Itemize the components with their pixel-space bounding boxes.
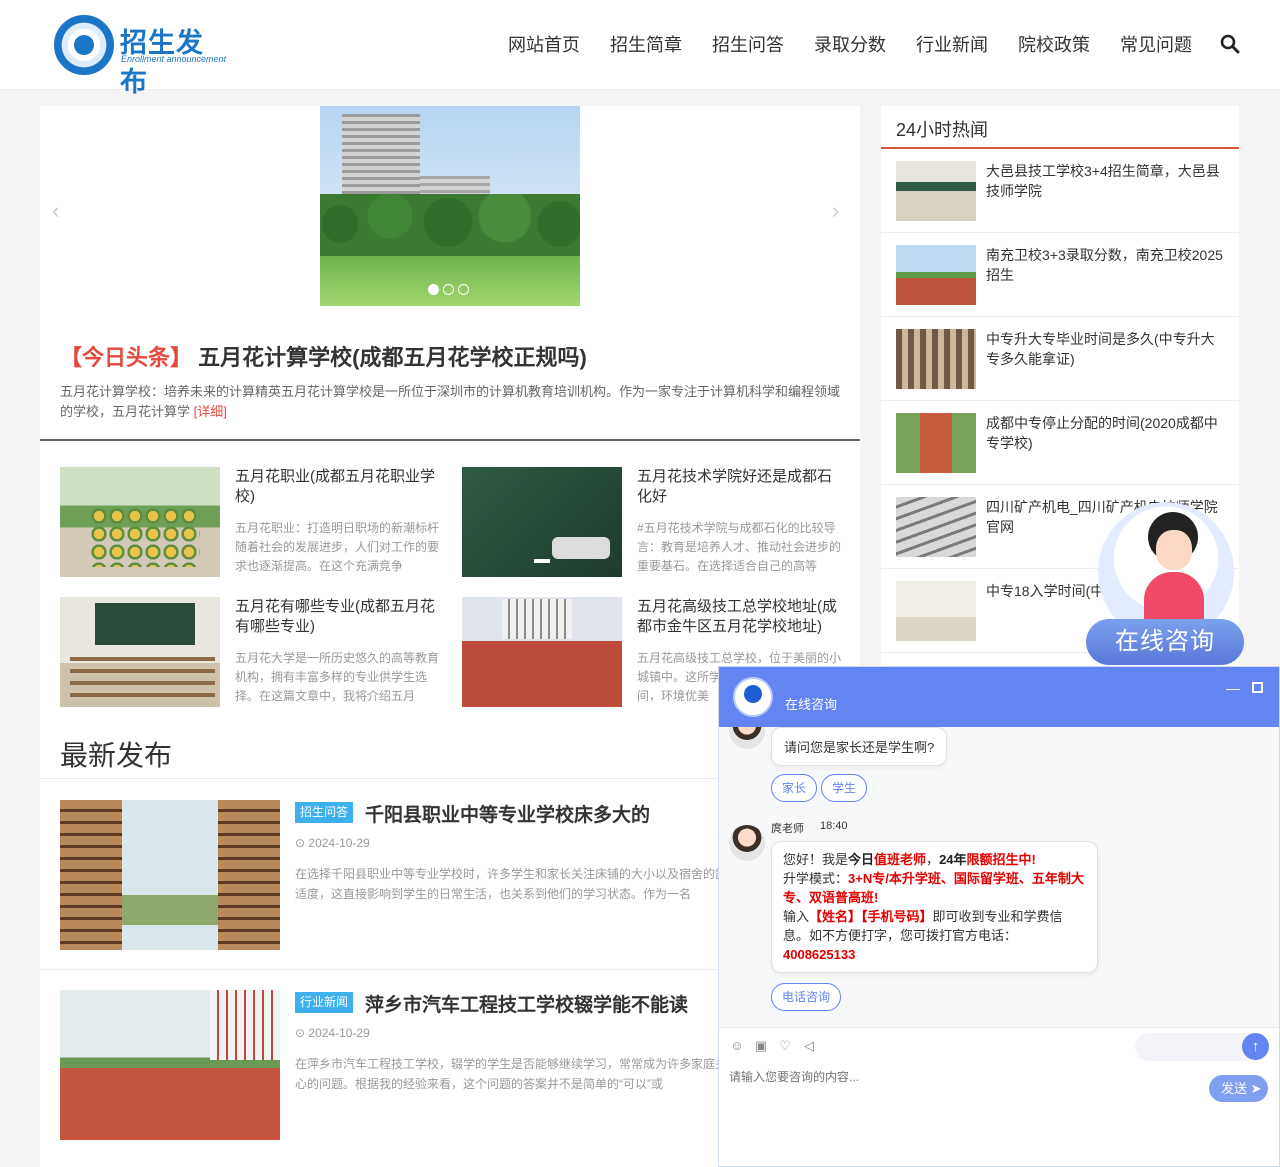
headline[interactable]: 【今日头条】 五月花计算学校(成都五月花学校正规吗)	[60, 340, 587, 372]
agent-avatar	[729, 727, 765, 749]
clock-icon: ⊙	[295, 836, 308, 850]
slider-next-icon[interactable]: ›	[832, 198, 839, 224]
post-title[interactable]: 千阳县职业中等专业学校床多大的	[365, 800, 650, 827]
sidebar-item-title[interactable]: 大邑县技工学校3+4招生简章，大邑县技师学院	[986, 161, 1226, 201]
slider-dot[interactable]	[428, 284, 439, 295]
agent-name: 庹老师	[771, 820, 804, 836]
chat-header: 在线咨询 —	[719, 667, 1279, 727]
card-thumbnail[interactable]	[462, 597, 622, 707]
post-thumbnail[interactable]	[60, 800, 280, 950]
slider-prev-icon[interactable]: ‹	[52, 198, 59, 224]
chat-bubble-welcome: 您好！我是今日值班老师，24年限额招生中! 升学模式：3+N专/本升学班、国际留…	[771, 841, 1098, 973]
image-icon[interactable]: ▣	[753, 1038, 769, 1054]
site-logo[interactable]: 招生发布 Enrollment announcement	[54, 15, 229, 77]
logo-emblem-icon	[54, 15, 114, 75]
nav-scores[interactable]: 录取分数	[814, 31, 886, 57]
card-title[interactable]: 五月花有哪些专业(成都五月花有哪些专业)	[235, 597, 440, 637]
article-card[interactable]: 五月花有哪些专业(成都五月花有哪些专业) 五月花大学是一所历史悠久的高等教育机构…	[60, 597, 440, 707]
post-desc: 在萍乡市汽车工程技工学校，辍学的学生是否能够继续学习，常常成为许多家庭关心的问题…	[295, 1054, 735, 1094]
main-nav: 网站首页 招生简章 招生问答 录取分数 行业新闻 院校政策 常见问题	[508, 31, 1192, 57]
card-title[interactable]: 五月花职业(成都五月花职业学校)	[235, 467, 440, 507]
chat-input[interactable]	[729, 1067, 1199, 1087]
card-title[interactable]: 五月花高级技工总学校地址(成都市金牛区五月花学校地址)	[637, 597, 842, 637]
nav-admission-qa[interactable]: 招生问答	[712, 31, 784, 57]
nav-admission-guide[interactable]: 招生简章	[610, 31, 682, 57]
more-link[interactable]: [详细]	[194, 404, 227, 419]
chat-window: 在线咨询 — 请问您是家长还是学生啊? 家长 学生 庹老师 18:40 您好！我…	[718, 666, 1280, 1167]
minimize-icon[interactable]: —	[1226, 681, 1240, 695]
send-up-icon[interactable]: ↑	[1242, 1033, 1269, 1060]
sidebar-item-title[interactable]: 中专升大专毕业时间是多久(中专升大专多久能拿证)	[986, 329, 1226, 369]
send-button[interactable]: 发送 ➤	[1209, 1075, 1268, 1102]
sidebar-item[interactable]: 大邑县技工学校3+4招生简章，大邑县技师学院	[881, 149, 1239, 233]
article-card[interactable]: 五月花职业(成都五月花职业学校) 五月花职业：打造明日职场的新潮标杆随着社会的发…	[60, 467, 440, 577]
nav-policy[interactable]: 院校政策	[1018, 31, 1090, 57]
card-title[interactable]: 五月花技术学院好还是成都石化好	[637, 467, 842, 507]
sidebar-item[interactable]: 成都中专停止分配的时间(2020成都中专学校)	[881, 401, 1239, 485]
emoji-icon[interactable]: ☺	[729, 1038, 745, 1054]
online-consult-float[interactable]: 在线咨询	[1086, 502, 1246, 664]
agent-avatar	[729, 825, 765, 861]
nav-industry-news[interactable]: 行业新闻	[916, 31, 988, 57]
sidebar-title: 24小时热闻	[896, 116, 988, 142]
post-title[interactable]: 萍乡市汽车工程技工学校辍学能不能读	[365, 990, 688, 1017]
sidebar-item-title[interactable]: 南充卫校3+3录取分数，南充卫校2025招生	[986, 245, 1226, 285]
nav-faq[interactable]: 常见问题	[1120, 31, 1192, 57]
maximize-icon[interactable]	[1252, 682, 1263, 693]
sidebar-thumbnail[interactable]	[896, 161, 976, 221]
sidebar-thumbnail[interactable]	[896, 329, 976, 389]
service-avatar-icon	[733, 677, 773, 717]
sidebar-item-title[interactable]: 成都中专停止分配的时间(2020成都中专学校)	[986, 413, 1226, 453]
headline-desc: 五月花计算学校：培养未来的计算精英五月花计算学校是一所位于深圳市的计算机教育培训…	[60, 382, 840, 422]
send-arrow-icon: ➤	[1251, 1081, 1262, 1096]
card-thumbnail[interactable]	[60, 597, 220, 707]
sidebar-thumbnail[interactable]	[896, 245, 976, 305]
chat-toolbar: ☺ ▣ ♡ ◁ ↑	[719, 1027, 1279, 1067]
card-desc: 五月花职业：打造明日职场的新潮标杆随着社会的发展进步，人们对工作的要求也逐渐提高…	[235, 519, 440, 577]
slider-dot[interactable]	[443, 284, 454, 295]
nav-home[interactable]: 网站首页	[508, 31, 580, 57]
site-header: 招生发布 Enrollment announcement 网站首页 招生简章 招…	[0, 0, 1280, 90]
headline-title[interactable]: 五月花计算学校(成都五月花学校正规吗)	[198, 345, 587, 370]
option-student[interactable]: 学生	[821, 774, 867, 802]
sidebar-thumbnail[interactable]	[896, 497, 976, 557]
sound-icon[interactable]: ◁	[801, 1038, 817, 1054]
post-desc: 在选择千阳县职业中等专业学校时，许多学生和家长关注床铺的大小以及宿舍的舒适度，这…	[295, 864, 735, 904]
slider-dots	[428, 284, 469, 295]
logo-subtitle: Enrollment announcement	[121, 54, 226, 64]
post-date: ⊙ 2024-10-29	[295, 836, 370, 850]
headline-tag: 【今日头条】	[60, 345, 192, 370]
option-parent[interactable]: 家长	[771, 774, 817, 802]
article-card[interactable]: 五月花技术学院好还是成都石化好 #五月花技术学院与成都石化的比较导言：教育是培养…	[462, 467, 842, 577]
phone-number[interactable]: 4008625133	[783, 947, 855, 962]
clock-icon: ⊙	[295, 1026, 308, 1040]
sidebar-thumbnail[interactable]	[896, 581, 976, 641]
online-consult-button[interactable]: 在线咨询	[1086, 619, 1244, 665]
evaluate-icon[interactable]: ♡	[777, 1038, 793, 1054]
post-thumbnail[interactable]	[60, 990, 280, 1140]
image-slider[interactable]	[320, 106, 580, 306]
search-icon[interactable]	[1220, 34, 1240, 54]
sidebar-item[interactable]: 中专升大专毕业时间是多久(中专升大专多久能拿证)	[881, 317, 1239, 401]
card-thumbnail[interactable]	[60, 467, 220, 577]
phone-consult-button[interactable]: 电话咨询	[771, 983, 841, 1011]
post-category-tag[interactable]: 招生问答	[295, 802, 353, 823]
post-date: ⊙ 2024-10-29	[295, 1026, 370, 1040]
chat-messages: 请问您是家长还是学生啊? 家长 学生 庹老师 18:40 您好！我是今日值班老师…	[719, 727, 1279, 1027]
card-desc: #五月花技术学院与成都石化的比较导言：教育是培养人才、推动社会进步的重要基石。在…	[637, 519, 842, 577]
chat-title: 在线咨询	[785, 694, 837, 713]
post-category-tag[interactable]: 行业新闻	[295, 992, 353, 1013]
sidebar-thumbnail[interactable]	[896, 413, 976, 473]
divider	[40, 439, 860, 441]
card-desc: 五月花大学是一所历史悠久的高等教育机构，拥有丰富多样的专业供学生选择。在这篇文章…	[235, 649, 440, 707]
sidebar-item[interactable]: 南充卫校3+3录取分数，南充卫校2025招生	[881, 233, 1239, 317]
card-thumbnail[interactable]	[462, 467, 622, 577]
slider-dot[interactable]	[458, 284, 469, 295]
message-time: 18:40	[820, 820, 848, 832]
chat-bubble: 请问您是家长还是学生啊?	[771, 727, 947, 766]
section-title: 最新发布	[60, 734, 172, 774]
